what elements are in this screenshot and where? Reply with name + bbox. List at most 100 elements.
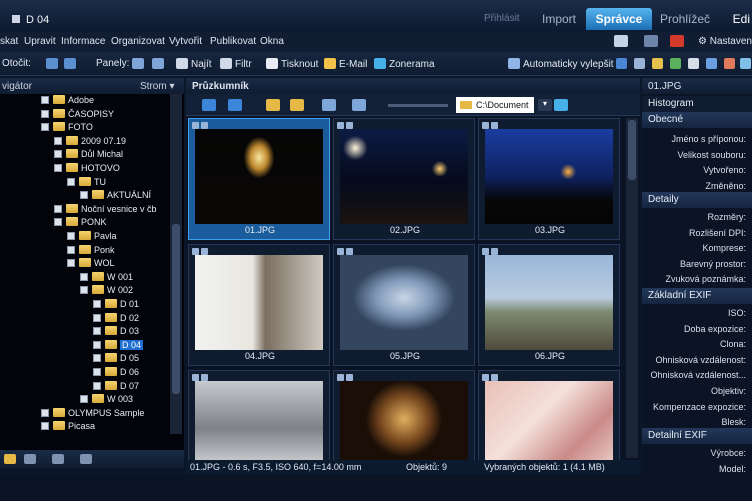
expand-toggle-icon[interactable] [54, 164, 62, 172]
tree-item[interactable]: Důl Michal [54, 148, 123, 161]
tree-item[interactable]: W 001 [80, 271, 133, 284]
mode-tab-editor[interactable]: Edi [702, 8, 752, 30]
forward-arrow-icon[interactable] [228, 99, 242, 111]
expand-toggle-icon[interactable] [41, 96, 49, 104]
curves-icon[interactable] [634, 58, 645, 69]
expand-toggle-icon[interactable] [93, 368, 101, 376]
auto-enhance-button[interactable]: Automaticky vylepšit [508, 58, 614, 70]
tree-item[interactable]: Adobe [41, 94, 94, 107]
tree-item[interactable]: Ponk [67, 244, 115, 257]
print-button[interactable]: Tisknout [266, 58, 318, 70]
thumbnail-item[interactable]: 03.JPG [478, 118, 620, 240]
expand-toggle-icon[interactable] [41, 408, 49, 417]
tree-item[interactable]: OLYMPUS Sample [41, 407, 144, 420]
expand-toggle-icon[interactable] [93, 381, 101, 390]
tree-item[interactable]: D 05 [93, 352, 139, 365]
calendar-icon[interactable] [670, 35, 684, 47]
expand-toggle-icon[interactable] [80, 286, 88, 295]
expand-toggle-icon[interactable] [41, 109, 49, 118]
find-button[interactable]: Najít [176, 58, 212, 70]
tree-item[interactable]: PONK [54, 216, 107, 229]
panel-right-icon[interactable] [152, 58, 164, 69]
refresh-icon[interactable] [554, 99, 568, 111]
menu-vytvorit[interactable]: Vytvořit [169, 36, 202, 47]
tree-item[interactable]: FOTO [41, 121, 93, 134]
navigator-scrollbar[interactable] [170, 94, 182, 434]
sort-icon[interactable] [322, 99, 336, 111]
scrollbar-thumb[interactable] [628, 120, 636, 180]
menu-upravit[interactable]: Upravit [24, 36, 56, 47]
email-button[interactable]: E-Mail [324, 58, 367, 70]
zonerama-button[interactable]: Zonerama [374, 58, 435, 70]
section-detailni-exif[interactable]: Detailní EXIF [642, 428, 752, 444]
path-field[interactable]: C:\Document [456, 97, 534, 113]
expand-toggle-icon[interactable] [93, 313, 101, 322]
expand-toggle-icon[interactable] [54, 218, 62, 227]
thumbnail-item[interactable]: 04.JPG [188, 244, 330, 366]
menu-publikovat[interactable]: Publikovat [210, 36, 256, 47]
tree-item[interactable]: D 04 [93, 339, 144, 352]
tree-item[interactable]: HOTOVO [54, 162, 120, 175]
expand-toggle-icon[interactable] [80, 191, 88, 200]
tree-item[interactable]: D 02 [93, 312, 139, 325]
new-folder-icon[interactable] [266, 99, 280, 111]
view-grid-icon[interactable] [352, 99, 366, 111]
expand-toggle-icon[interactable] [67, 245, 75, 254]
back-arrow-icon[interactable] [202, 99, 216, 111]
folder-up-icon[interactable] [290, 99, 304, 111]
login-link[interactable]: Přihlásit [484, 13, 520, 24]
settings-button[interactable]: ⚙ Nastaven [698, 36, 752, 47]
tree-item[interactable]: WOL [67, 257, 115, 270]
tree-item[interactable]: D 07 [93, 380, 139, 393]
tree-item[interactable]: Noční vesnice v čb [54, 203, 157, 216]
expand-toggle-icon[interactable] [93, 327, 101, 336]
expand-toggle-icon[interactable] [93, 300, 101, 308]
section-obecne[interactable]: Obecné [642, 112, 752, 128]
monitor-icon[interactable] [644, 35, 658, 47]
filter-button[interactable]: Filtr [220, 58, 252, 70]
section-zakladni-exif[interactable]: Základní EXIF [642, 288, 752, 304]
thumbnail-item[interactable]: 02.JPG [333, 118, 475, 240]
crop-icon[interactable] [740, 58, 751, 69]
rotate-left-icon[interactable] [46, 58, 58, 69]
levels-icon[interactable] [616, 58, 627, 69]
tree-item[interactable]: ČASOPISY [41, 108, 114, 121]
thumbnail-item[interactable]: 06.JPG [478, 244, 620, 366]
expand-toggle-icon[interactable] [41, 123, 49, 132]
menu-soubor[interactable]: skat [0, 36, 18, 47]
menu-okna[interactable]: Okna [260, 36, 284, 47]
expand-toggle-icon[interactable] [80, 395, 88, 404]
menu-informace[interactable]: Informace [61, 36, 105, 47]
folder-icon[interactable] [4, 454, 16, 464]
panel-left-icon[interactable] [132, 58, 144, 69]
section-detaily[interactable]: Detaily [642, 192, 752, 208]
color-icon[interactable] [652, 58, 663, 69]
expand-toggle-icon[interactable] [67, 259, 75, 268]
mail-icon[interactable] [614, 35, 628, 47]
expand-toggle-icon[interactable] [93, 354, 101, 363]
tree-item[interactable]: D 01 [93, 298, 139, 311]
sharpen-icon[interactable] [706, 58, 717, 69]
tree-item[interactable]: W 002 [80, 284, 133, 297]
section-histogram[interactable]: Histogram [642, 96, 752, 112]
red-eye-icon[interactable] [724, 58, 735, 69]
tree-item[interactable]: 2009 07.19 [54, 135, 126, 148]
tree-item[interactable]: TU [67, 176, 106, 189]
catalog-icon[interactable] [52, 454, 64, 464]
tree-item[interactable]: AKTUÁLNÍ [80, 189, 151, 202]
expand-toggle-icon[interactable] [80, 272, 88, 281]
rotate-right-icon[interactable] [64, 58, 76, 69]
tree-item[interactable]: D 03 [93, 325, 139, 338]
expand-toggle-icon[interactable] [54, 136, 62, 145]
thumbnail-item[interactable]: 01.JPG [188, 118, 330, 240]
contrast-icon[interactable] [688, 58, 699, 69]
computer-icon[interactable] [24, 454, 36, 464]
expand-toggle-icon[interactable] [67, 232, 75, 240]
tree-item[interactable]: Picasa [41, 420, 95, 433]
scrollbar-thumb[interactable] [172, 224, 180, 394]
expand-toggle-icon[interactable] [54, 150, 62, 159]
expand-toggle-icon[interactable] [54, 204, 62, 213]
tree-item[interactable]: Pavla [67, 230, 117, 243]
expand-toggle-icon[interactable] [93, 340, 101, 349]
mode-tab-import[interactable]: Import [536, 8, 582, 30]
